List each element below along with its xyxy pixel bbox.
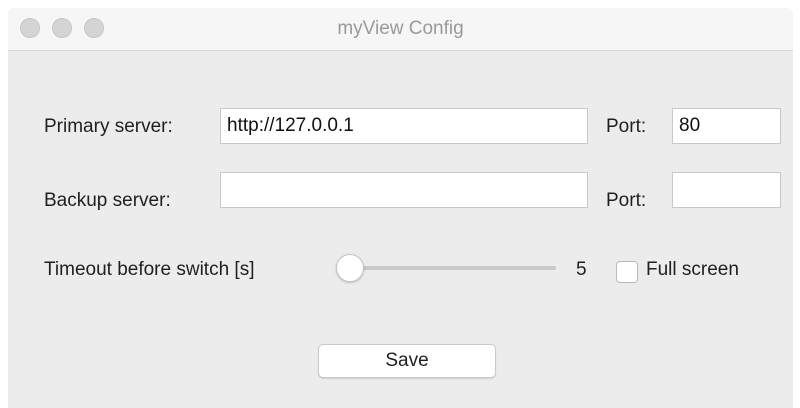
timeout-slider-track[interactable] (360, 266, 556, 270)
window-title: myView Config (337, 18, 464, 39)
timeout-slider-thumb[interactable] (336, 254, 364, 282)
backup-port-input[interactable] (672, 172, 781, 208)
backup-server-input[interactable] (220, 172, 588, 208)
config-window: myView Config Primary server: http://127… (8, 8, 793, 408)
fullscreen-checkbox[interactable] (616, 261, 638, 283)
title-bar[interactable]: myView Config (8, 8, 793, 51)
backup-server-label: Backup server: (44, 190, 171, 211)
timeout-value: 5 (576, 259, 587, 280)
primary-server-input[interactable]: http://127.0.0.1 (220, 108, 588, 144)
save-button[interactable]: Save (318, 344, 496, 378)
primary-server-label: Primary server: (44, 116, 173, 137)
timeout-label: Timeout before switch [s] (44, 259, 255, 280)
backup-port-label: Port: (606, 190, 647, 211)
primary-port-label: Port: (606, 116, 647, 137)
fullscreen-label[interactable]: Full screen (646, 259, 739, 281)
primary-port-input[interactable]: 80 (672, 108, 781, 144)
